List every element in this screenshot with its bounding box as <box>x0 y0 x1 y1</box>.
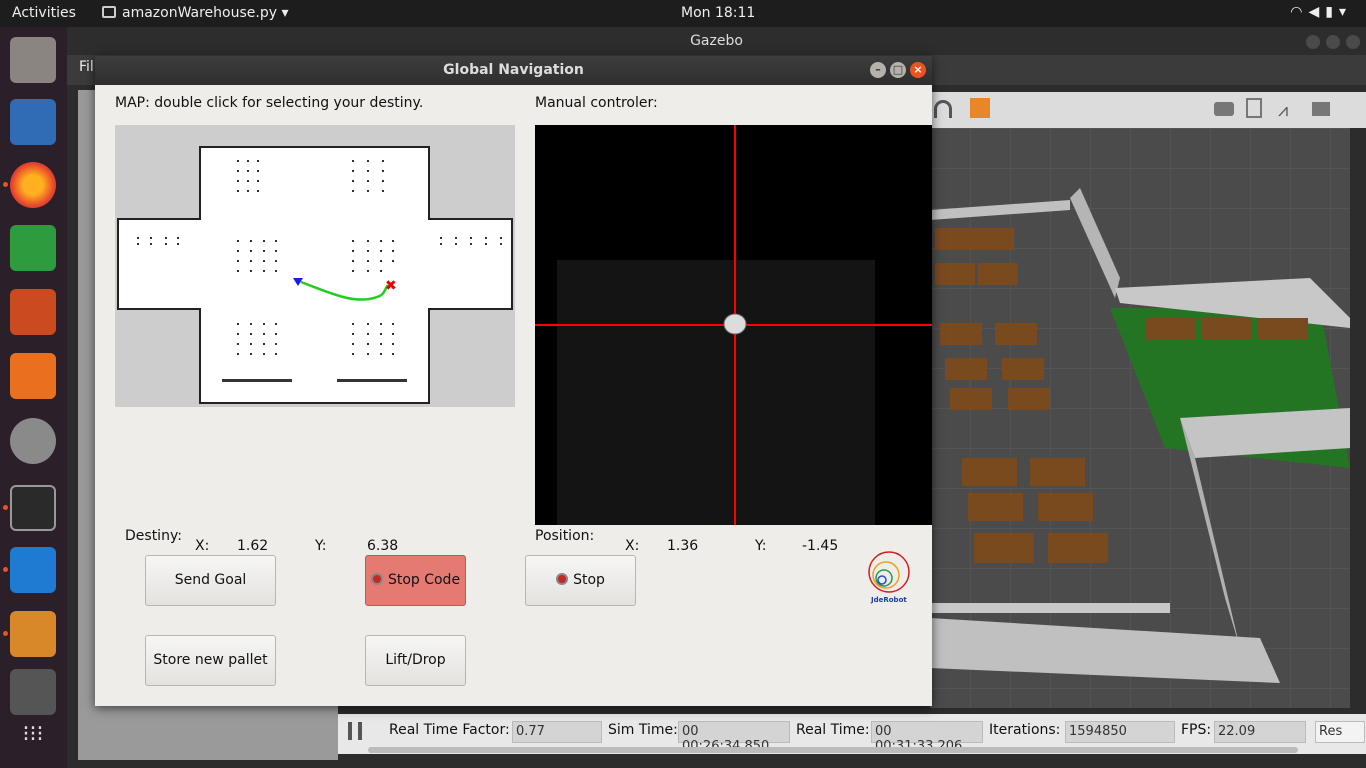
map-canvas: ✖ <box>117 146 513 404</box>
destiny-y-label: Y: <box>315 538 327 554</box>
gazebo-toolbar: ⩘ <box>930 92 1366 128</box>
rtf-label: Real Time Factor: <box>389 722 510 738</box>
dialog-titlebar: Global Navigation – □ × <box>95 56 932 85</box>
horizontal-scrollbar[interactable] <box>368 747 1298 753</box>
warehouse-map[interactable]: ✖ <box>115 125 515 407</box>
maximize-icon[interactable] <box>1326 35 1340 49</box>
iterations-value: 1594850 <box>1065 721 1175 743</box>
sim-time-value: 00 00:26:34.850 <box>678 721 790 754</box>
writer-icon[interactable] <box>10 99 56 145</box>
gazebo-3d-scene[interactable] <box>930 128 1350 708</box>
rtf-value: 0.77 <box>512 721 602 743</box>
top-bar: Activities amazonWarehouse.py ▾ Mon 18:1… <box>0 0 1366 27</box>
real-time-value: 00 00:31:33.206 <box>871 721 983 754</box>
clock[interactable]: Mon 18:11 <box>681 5 755 21</box>
map-label: MAP: double click for selecting your des… <box>115 95 424 111</box>
gazebo-titlebar: Gazebo <box>67 27 1366 55</box>
sim-time-label: Sim Time: <box>608 722 678 738</box>
destiny-label: Destiny: <box>125 528 182 544</box>
camera-icon[interactable] <box>1214 102 1234 116</box>
map-wall-segment <box>337 379 407 382</box>
record-icon <box>370 573 383 585</box>
gazebo-title: Gazebo <box>690 33 743 49</box>
settings-icon[interactable] <box>10 418 56 464</box>
magnet-icon[interactable] <box>934 100 952 118</box>
lift-drop-button[interactable]: Lift/Drop <box>365 635 466 686</box>
logo-text: JdeRobot <box>871 596 907 604</box>
destiny-y-value: 6.38 <box>367 538 399 554</box>
close-icon[interactable]: × <box>910 62 926 78</box>
wifi-icon: ◠ <box>1290 4 1309 20</box>
running-indicator <box>3 505 8 510</box>
record-icon <box>556 573 569 585</box>
controller-canvas <box>535 125 932 525</box>
close-icon[interactable] <box>1346 35 1360 49</box>
fps-value: 22.09 <box>1214 721 1306 743</box>
running-indicator <box>3 182 8 187</box>
show-apps-icon[interactable]: ⁝⁝⁝ <box>10 715 56 761</box>
minimize-icon[interactable]: – <box>870 62 886 78</box>
dock: ⁝⁝⁝ <box>0 27 67 768</box>
battery-icon: ▮ <box>1325 4 1339 20</box>
position-x-value: 1.36 <box>667 538 699 554</box>
store-new-pallet-button[interactable]: Store new pallet <box>145 635 276 686</box>
destiny-x-value: 1.62 <box>237 538 269 554</box>
destiny-x-label: X: <box>195 538 210 554</box>
app-name: amazonWarehouse.py <box>122 5 278 21</box>
running-indicator <box>3 631 8 636</box>
calc-icon[interactable] <box>10 225 56 271</box>
screenshot-icon[interactable] <box>10 669 56 715</box>
video-icon[interactable] <box>1312 102 1330 116</box>
destination-marker: ✖ <box>385 278 397 294</box>
activities-button[interactable]: Activities <box>12 5 76 21</box>
menu-file[interactable]: Fil <box>79 59 94 75</box>
software-center-icon[interactable] <box>10 353 56 399</box>
manual-controller-label: Manual controler: <box>535 95 658 111</box>
iterations-label: Iterations: <box>989 722 1061 738</box>
gazebo-icon[interactable] <box>10 611 56 657</box>
running-indicator <box>3 567 8 572</box>
log-icon[interactable] <box>1246 98 1262 118</box>
dialog-title: Global Navigation <box>443 62 584 78</box>
firefox-icon[interactable] <box>10 162 56 208</box>
terminal-icon[interactable] <box>10 485 56 531</box>
stop-code-label: Stop Code <box>387 572 461 588</box>
maximize-icon[interactable]: □ <box>890 62 906 78</box>
position-y-label: Y: <box>755 538 767 554</box>
stop-button[interactable]: Stop <box>525 555 636 606</box>
warehouse-render <box>930 128 1350 708</box>
stop-code-button[interactable]: Stop Code <box>365 555 466 606</box>
app-menu[interactable]: amazonWarehouse.py ▾ <box>102 5 289 21</box>
impress-icon[interactable] <box>10 289 56 335</box>
gazebo-status-bar: Real Time Factor: 0.77 Sim Time: 00 00:2… <box>338 714 1366 754</box>
manual-controller-pad[interactable] <box>535 125 932 525</box>
plot-icon[interactable]: ⩘ <box>1278 100 1288 121</box>
jderobot-logo: JdeRobot <box>867 550 913 610</box>
system-tray[interactable]: ◠◀▮▾ <box>1290 4 1352 20</box>
ghost-overlay <box>557 260 875 525</box>
position-label: Position: <box>535 528 595 544</box>
joystick-handle[interactable] <box>723 313 747 335</box>
map-wall-segment <box>222 379 292 382</box>
chevron-down-icon: ▾ <box>1338 4 1352 20</box>
files-icon[interactable] <box>10 37 56 83</box>
jderobot-logo-mark <box>868 551 910 593</box>
global-navigation-dialog: Global Navigation – □ × MAP: double clic… <box>95 56 932 706</box>
real-time-label: Real Time: <box>796 722 870 738</box>
vscode-icon[interactable] <box>10 547 56 593</box>
stop-label: Stop <box>573 572 605 588</box>
minimize-icon[interactable] <box>1306 35 1320 49</box>
window-icon <box>102 6 116 18</box>
reset-button[interactable]: Res <box>1315 721 1365 743</box>
volume-icon: ◀ <box>1308 4 1326 20</box>
position-y-value: -1.45 <box>802 538 839 554</box>
fps-label: FPS: <box>1181 722 1212 738</box>
send-goal-button[interactable]: Send Goal <box>145 555 276 606</box>
pause-icon[interactable] <box>348 722 362 740</box>
position-x-label: X: <box>625 538 640 554</box>
shapes-icon[interactable] <box>970 98 990 118</box>
